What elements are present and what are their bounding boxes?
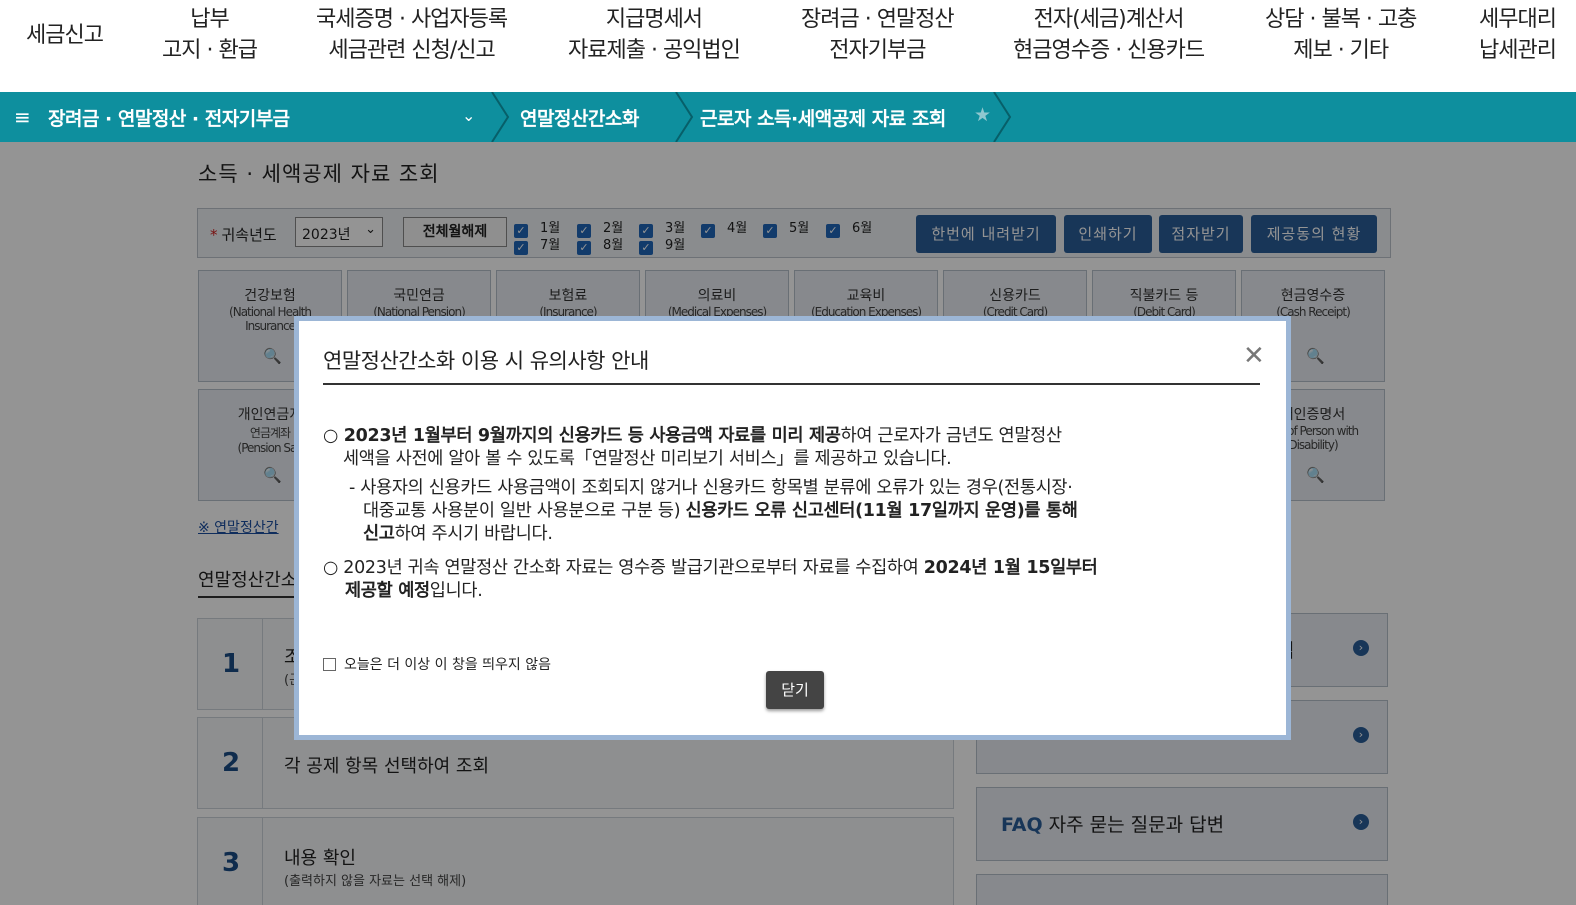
modal-divider [323,383,1260,385]
modal-paragraph-2c: 신고하여 주시기 바랍니다. [363,523,553,546]
nav-label: 장려금 · 연말정산 [801,7,955,32]
nav-statements[interactable]: 지급명세서자료제출 · 공익법인 [568,4,741,66]
nav-label: 고지 · 환급 [162,38,258,63]
modal-paragraph-3b: 제공할 예정입니다. [345,580,483,603]
nav-label: 상담 · 불복 · 고충 [1265,7,1417,32]
nav-label: 제보 · 기타 [1293,38,1389,63]
modal-paragraph-2: - 사용자의 신용카드 사용금액이 조회되지 않거나 신용카드 항목별 분류에 … [349,478,1073,498]
notice-modal: 연말정산간소화 이용 시 유의사항 안내 ✕ ○ 2023년 1월부터 9월까지… [294,316,1291,740]
nav-payment[interactable]: 납부고지 · 환급 [162,4,258,66]
star-icon[interactable]: ★ [974,104,991,126]
nav-tax-agent[interactable]: 세무대리납세관리 [1479,4,1557,66]
modal-paragraph-3: ○ 2023년 귀속 연말정산 간소화 자료는 영수증 발급기관으로부터 자료를… [323,557,1098,580]
modal-text-bold: 제공할 예정 [345,581,430,601]
checkbox-label: 오늘은 더 이상 이 창을 띄우지 않음 [344,657,552,673]
nav-label: 전자(세금)계산서 [1033,7,1185,32]
nav-consult[interactable]: 상담 · 불복 · 고충제보 · 기타 [1265,4,1417,66]
nav-label: 국세증명 · 사업자등록 [316,7,508,32]
close-button[interactable]: 닫기 [766,671,824,709]
nav-certificate[interactable]: 국세증명 · 사업자등록세금관련 신청/신고 [316,4,508,66]
chevron-down-icon[interactable]: ⌄ [462,106,475,125]
modal-text-bold: 신용카드 오류 신고센터(11월 17일까지 운영)를 통해 [685,501,1078,521]
nav-label: 세무대리 [1479,7,1557,32]
nav-label: 자료제출 · 공익법인 [568,38,741,63]
breadcrumb-separator-icon [491,92,510,142]
modal-text: 입니다. [429,581,483,601]
hamburger-icon[interactable]: ≡ [14,105,31,129]
nav-label: 납부 [190,7,229,32]
modal-paragraph-2b: 대중교통 사용분이 일반 사용분으로 구분 등) 신용카드 오류 신고센터(11… [363,500,1078,523]
modal-paragraph-1: ○ 2023년 1월부터 9월까지의 신용카드 등 사용금액 자료를 미리 제공… [323,425,1062,448]
modal-text: 하여 근로자가 금년도 연말정산 [840,426,1063,446]
modal-text: ○ 2023년 귀속 연말정산 간소화 자료는 영수증 발급기관으로부터 자료를… [323,558,919,578]
breadcrumb-separator-icon [993,92,1012,142]
nav-label: 세금관련 신청/신고 [328,38,495,63]
modal-text: 하여 주시기 바랍니다. [394,524,553,544]
modal-text-bold: 2024년 1월 15일부터 [923,558,1098,578]
breadcrumb-level1[interactable]: 장려금 · 연말정산 · 전자기부금 [48,104,290,131]
nav-tax-filing[interactable]: 세금신고 [26,20,104,51]
modal-text-bold: 신고 [363,524,395,544]
nav-label: 전자기부금 [829,38,926,63]
nav-label: 납세관리 [1479,38,1557,63]
modal-text-bold: ○ 2023년 1월부터 9월까지의 신용카드 등 사용금액 자료를 미리 제공 [323,426,841,446]
modal-text: 대중교통 사용분이 일반 사용분으로 구분 등) [363,501,681,521]
breadcrumb-level2[interactable]: 연말정산간소화 [520,104,639,131]
nav-e-invoice[interactable]: 전자(세금)계산서현금영수증 · 신용카드 [1013,4,1205,66]
nav-label: 지급명세서 [605,7,703,32]
breadcrumb-level3: 근로자 소득·세액공제 자료 조회 [700,108,946,130]
checkbox-box[interactable] [323,658,336,671]
nav-label: 현금영수증 · 신용카드 [1013,38,1205,63]
modal-paragraph-1b: 세액을 사전에 알아 볼 수 있도록「연말정산 미리보기 서비스」를 제공하고 … [343,449,952,469]
breadcrumb-bar: ≡ 장려금 · 연말정산 · 전자기부금 ⌄ 연말정산간소화 근로자 소득·세액… [0,92,1576,142]
nav-year-end[interactable]: 장려금 · 연말정산전자기부금 [801,4,955,66]
nav-label: 세금신고 [26,23,104,48]
breadcrumb-separator-icon [675,92,694,142]
top-navigation: 세금신고 납부고지 · 환급 국세증명 · 사업자등록세금관련 신청/신고 지급… [0,0,1576,92]
dont-show-today-checkbox[interactable]: 오늘은 더 이상 이 창을 띄우지 않음 [323,654,551,674]
close-icon[interactable]: ✕ [1243,341,1265,371]
modal-title: 연말정산간소화 이용 시 유의사항 안내 [323,349,649,373]
